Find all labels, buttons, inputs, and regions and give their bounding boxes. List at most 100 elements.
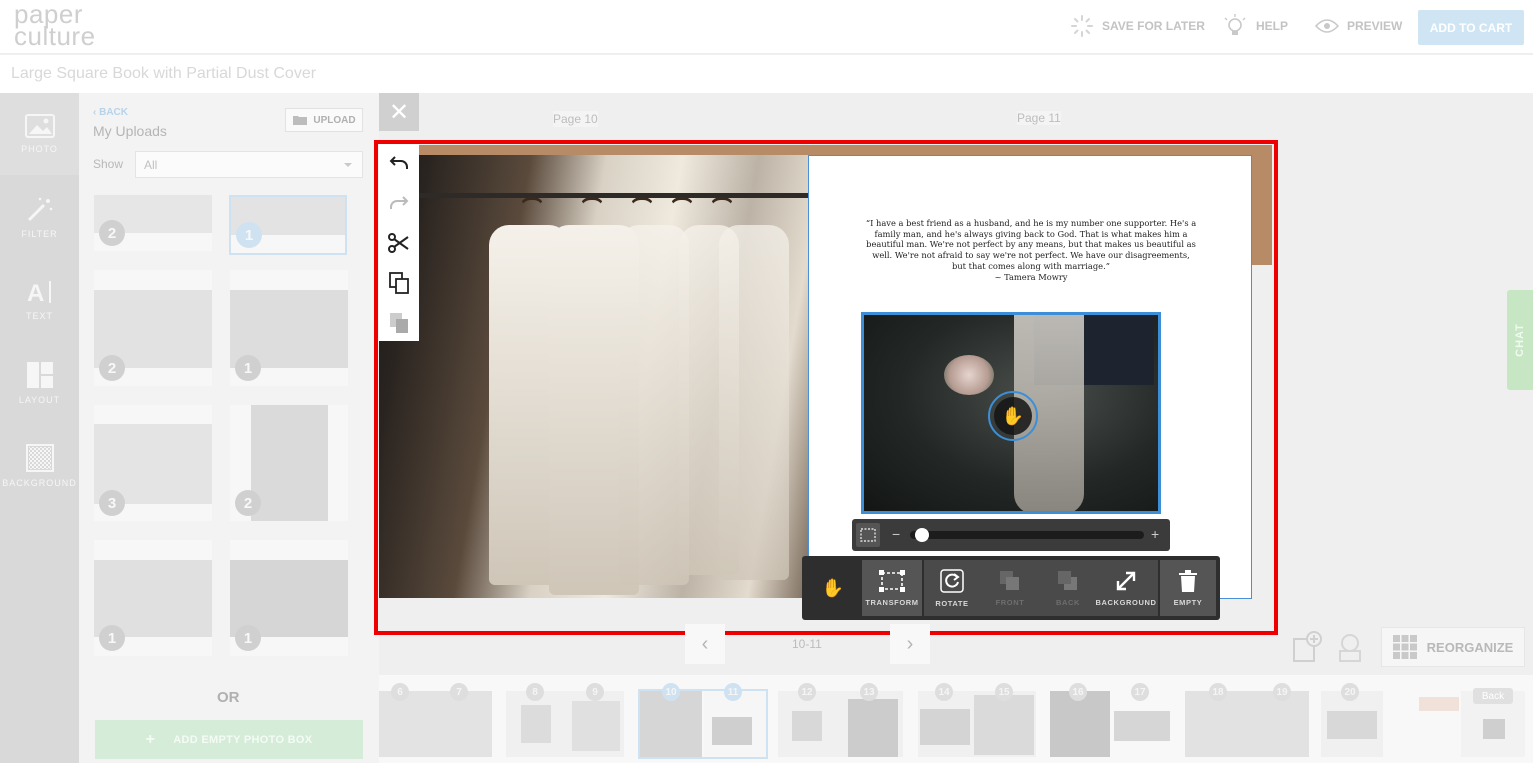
upload-button[interactable]: UPLOAD — [285, 108, 363, 132]
page-thumb-image — [920, 709, 970, 745]
usage-count-badge: 3 — [99, 490, 125, 516]
usage-count-badge: 2 — [235, 490, 261, 516]
usage-count-badge: 2 — [99, 355, 125, 381]
show-filter-value: All — [144, 158, 158, 172]
back-cover-label: Back — [1473, 688, 1513, 704]
spread-thumb[interactable] — [1419, 691, 1459, 757]
prev-spread-button[interactable]: ‹ — [685, 624, 725, 664]
uploads-panel: ‹ BACK My Uploads UPLOAD Show All 2 1 2 … — [79, 93, 379, 763]
text-icon: A — [27, 280, 51, 305]
page-thumb-image — [1114, 711, 1170, 741]
page-number-badge: 7 — [450, 683, 468, 701]
tool-rail: PHOTO FILTER A TEXT LAYOUT BACKGROUND — [0, 93, 79, 763]
spread-thumb[interactable]: 8 9 — [506, 683, 624, 757]
logo-line-2: culture — [14, 21, 96, 51]
rail-item-background[interactable]: BACKGROUND — [0, 425, 79, 507]
photo-icon — [24, 114, 55, 138]
upload-thumb[interactable]: 1 — [230, 270, 348, 386]
rail-label-photo: PHOTO — [21, 144, 58, 154]
page-thumb-image — [379, 691, 492, 757]
plus-icon: + — [145, 730, 156, 748]
left-page-label: Page 10 — [553, 111, 598, 127]
add-to-cart-button[interactable]: ADD TO CART — [1418, 10, 1524, 45]
page-number-badge: 20 — [1341, 683, 1359, 701]
upload-thumb[interactable]: 2 — [94, 195, 212, 251]
save-for-later-button[interactable]: SAVE FOR LATER — [1070, 14, 1205, 38]
add-empty-photo-box-button[interactable]: + ADD EMPTY PHOTO BOX — [95, 720, 363, 759]
chat-label: CHAT — [1514, 323, 1527, 357]
page-thumb-image — [792, 711, 822, 741]
page-thumb-image — [1483, 719, 1505, 739]
upload-label: UPLOAD — [313, 114, 356, 126]
rail-label-filter: FILTER — [21, 229, 58, 239]
chevron-right-icon: › — [906, 632, 914, 655]
help-button[interactable]: HELP — [1222, 14, 1288, 38]
lightbulb-icon — [1224, 14, 1246, 35]
upload-thumb[interactable]: 2 — [230, 405, 348, 521]
rail-label-layout: LAYOUT — [18, 395, 61, 405]
rail-label-text: TEXT — [25, 311, 53, 321]
upload-thumb[interactable]: 1 — [229, 195, 347, 255]
eye-icon — [1315, 19, 1339, 33]
upload-thumb[interactable]: 1 — [94, 540, 212, 656]
show-filter-select[interactable]: All — [135, 151, 363, 178]
page-number-badge: 9 — [586, 683, 604, 701]
panel-title: My Uploads — [93, 123, 167, 139]
page-number-badge: 18 — [1209, 683, 1227, 701]
close-icon: ✕ — [388, 98, 410, 126]
reorganize-label: REORGANIZE — [1426, 639, 1514, 655]
rail-item-layout[interactable]: LAYOUT — [0, 342, 79, 424]
remove-pages-button[interactable] — [1330, 627, 1370, 667]
page-thumb-image — [1419, 697, 1459, 711]
back-label: BACK — [99, 107, 128, 118]
background-icon — [25, 444, 54, 472]
reorganize-button[interactable]: REORGANIZE — [1381, 627, 1525, 667]
help-label: HELP — [1256, 19, 1289, 33]
page-filmstrip: 6 7 8 9 10 11 12 13 14 15 16 17 18 19 20… — [379, 675, 1533, 763]
close-editor-button[interactable]: ✕ — [379, 93, 419, 131]
upload-thumb[interactable]: 2 — [94, 270, 212, 386]
usage-count-badge: 1 — [99, 625, 125, 651]
book-title: Large Square Book with Partial Dust Cove… — [11, 65, 317, 82]
page-thumb-image — [712, 717, 752, 745]
spread-thumb[interactable]: 18 19 — [1185, 683, 1309, 757]
page-number-badge: 11 — [724, 683, 742, 701]
upload-thumb[interactable]: 1 — [230, 540, 348, 656]
layout-icon — [26, 362, 53, 388]
page-thumb-image — [572, 701, 620, 751]
back-link[interactable]: ‹ BACK — [93, 107, 128, 118]
usage-count-badge: 1 — [235, 355, 261, 381]
add-empty-photo-box-label: ADD EMPTY PHOTO BOX — [173, 733, 313, 746]
chat-tab[interactable]: CHAT — [1507, 290, 1533, 390]
rail-item-filter[interactable]: FILTER — [0, 176, 79, 258]
spread-thumb[interactable]: 14 15 — [918, 683, 1036, 757]
page-number-badge: 14 — [935, 683, 953, 701]
chevron-left-icon: ‹ — [701, 632, 709, 655]
rail-item-text[interactable]: A TEXT — [0, 259, 79, 341]
add-pages-button[interactable] — [1286, 627, 1326, 667]
top-header: paper culture SAVE FOR LATER HELP PREVIE… — [0, 0, 1533, 54]
or-divider: OR — [217, 689, 240, 706]
spread-thumb[interactable]: 6 7 — [379, 683, 492, 757]
spread-indicator: 10-11 — [792, 637, 822, 651]
preview-label: PREVIEW — [1347, 19, 1403, 33]
page-number-badge: 8 — [526, 683, 544, 701]
next-spread-button[interactable]: › — [890, 624, 930, 664]
page-number-badge: 16 — [1069, 683, 1087, 701]
page-thumb-image — [521, 705, 551, 743]
page-number-badge: 15 — [995, 683, 1013, 701]
rail-item-photo[interactable]: PHOTO — [0, 93, 79, 175]
spread-thumb[interactable]: 12 13 — [778, 683, 903, 757]
spread-thumb[interactable]: 20 — [1321, 683, 1383, 757]
thumb-image — [251, 405, 328, 521]
preview-button[interactable]: PREVIEW — [1315, 14, 1402, 38]
spread-thumb[interactable]: 16 17 — [1050, 683, 1173, 757]
paper-culture-logo[interactable]: paper culture — [14, 1, 134, 51]
spread-thumb-current[interactable]: 10 11 — [638, 683, 768, 759]
page-number-badge: 12 — [798, 683, 816, 701]
page-thumb-image — [848, 699, 898, 757]
upload-thumb[interactable]: 3 — [94, 405, 212, 521]
spinner-icon — [1071, 15, 1093, 37]
book-title-bar: Large Square Book with Partial Dust Cove… — [0, 55, 1533, 93]
show-label: Show — [93, 157, 124, 171]
